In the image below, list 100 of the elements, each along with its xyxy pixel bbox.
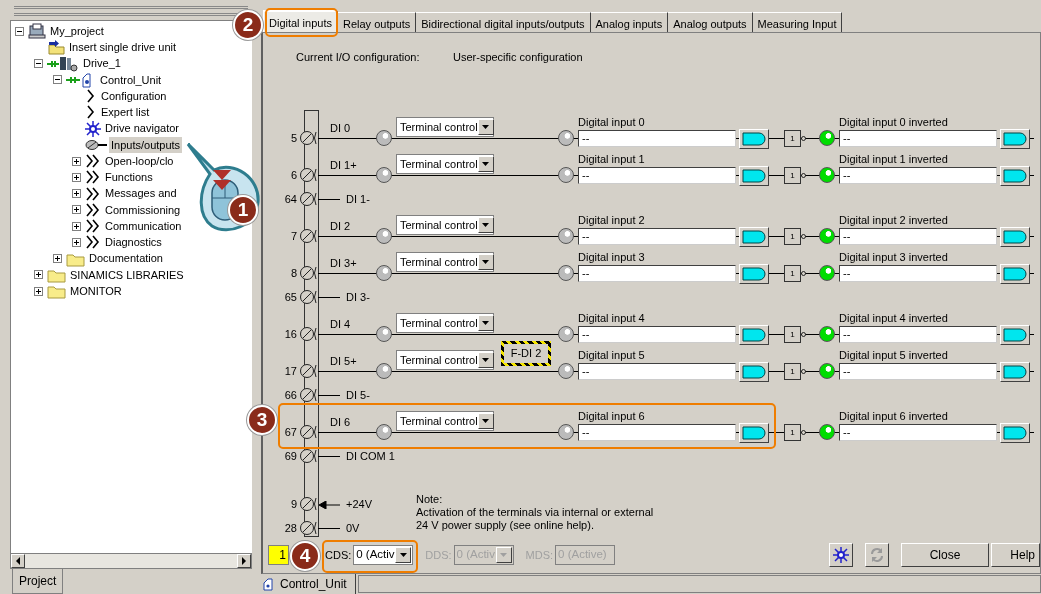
connect-button[interactable] (1000, 264, 1030, 284)
signal-field[interactable]: -- (578, 363, 736, 380)
connector-icon (1003, 132, 1027, 146)
tree-item[interactable]: Inputs/outputs (109, 136, 183, 154)
expand-toggle[interactable] (34, 286, 43, 296)
expand-toggle[interactable] (53, 75, 62, 85)
tree-item[interactable]: Commissioning (103, 201, 183, 219)
tree-item[interactable]: Functions (103, 169, 155, 186)
tree-item[interactable]: Messages and (103, 185, 179, 202)
expand-toggle[interactable] (72, 189, 81, 199)
source-dropdown[interactable]: Terminal control (396, 411, 494, 431)
signal-label: Digital input 2 inverted (839, 214, 949, 227)
source-dropdown[interactable]: Terminal control (396, 252, 494, 272)
tree-item[interactable]: Drive navigator (103, 120, 181, 137)
expand-toggle[interactable] (72, 205, 81, 215)
tree-item[interactable]: Configuration (99, 87, 169, 105)
signal-field[interactable]: -- (839, 228, 997, 245)
tree-item[interactable]: MONITOR (68, 282, 124, 300)
connector-icon (742, 365, 766, 379)
tree-item[interactable]: Diagnostics (103, 234, 164, 251)
terminal-screw-icon (298, 129, 318, 147)
expand-toggle[interactable] (34, 270, 43, 280)
signal-field[interactable]: -- (839, 265, 997, 282)
tab[interactable]: Analog inputs (590, 12, 669, 32)
signal-field[interactable]: -- (839, 130, 997, 147)
tab[interactable]: Measuring Input (752, 12, 843, 32)
connect-button[interactable] (1000, 227, 1030, 247)
connect-button[interactable] (739, 227, 769, 247)
expand-toggle[interactable] (53, 254, 62, 264)
expand-toggle[interactable] (72, 172, 81, 182)
dialog-button[interactable]: Help (991, 543, 1040, 567)
expand-toggle[interactable] (72, 237, 81, 247)
scroll-right-button[interactable] (237, 554, 251, 568)
settings-button[interactable] (828, 543, 853, 567)
connect-button[interactable] (739, 166, 769, 186)
tree-item[interactable]: Communication (103, 217, 184, 235)
tree-item[interactable]: Insert single drive unit (67, 39, 178, 56)
horizontal-scrollbar[interactable] (10, 553, 252, 569)
dialog-button[interactable]: Close (900, 543, 990, 567)
inverter-block: 1 (784, 167, 801, 184)
signal-field[interactable]: -- (578, 265, 736, 282)
signal-field[interactable]: -- (578, 326, 736, 343)
source-dropdown[interactable]: Terminal control (396, 215, 494, 235)
connect-button[interactable] (739, 423, 769, 443)
tree-item[interactable]: Documentation (87, 250, 165, 267)
signal-field[interactable]: -- (839, 326, 997, 343)
tab[interactable]: Analog outputs (668, 12, 753, 32)
source-dropdown[interactable]: Terminal control (396, 154, 494, 174)
tree-item[interactable]: Open-loop/clo (103, 152, 176, 170)
tree-item[interactable]: Expert list (99, 104, 152, 121)
tree-item[interactable]: My_project (48, 22, 106, 40)
signal-field[interactable]: -- (578, 228, 736, 245)
tree-item[interactable]: Drive_1 (81, 55, 123, 72)
expand-toggle[interactable] (72, 221, 81, 231)
connect-button[interactable] (1000, 423, 1030, 443)
data-set-dropdown[interactable]: 0 (Activ (353, 545, 414, 565)
signal-field[interactable]: -- (578, 130, 736, 147)
source-dropdown[interactable]: Terminal control (396, 313, 494, 333)
caret-icon (482, 260, 490, 264)
signal-field[interactable]: -- (839, 167, 997, 184)
document-tab[interactable]: Control_Unit (262, 574, 356, 594)
caret-icon (399, 553, 407, 557)
connect-button[interactable] (739, 264, 769, 284)
expand-toggle[interactable] (72, 156, 81, 166)
terminal-number: 69 (283, 449, 298, 463)
connect-button[interactable] (1000, 362, 1030, 382)
connect-button[interactable] (1000, 325, 1030, 345)
expand-toggle[interactable] (15, 26, 24, 36)
tab[interactable]: Relay outputs (338, 12, 417, 32)
drive-icon (47, 55, 79, 72)
source-dropdown[interactable]: Terminal control (396, 117, 494, 137)
step-number-marker: 3 (247, 405, 277, 435)
terminal-number: 16 (283, 327, 298, 341)
signal-field[interactable]: -- (578, 167, 736, 184)
terminal-label: DI COM 1 (346, 449, 395, 463)
connect-button[interactable] (739, 325, 769, 345)
signal-field[interactable]: -- (839, 363, 997, 380)
source-dropdown[interactable]: Terminal control (396, 350, 494, 370)
connect-button[interactable] (1000, 166, 1030, 186)
signal-field[interactable]: -- (839, 424, 997, 441)
scroll-left-button[interactable] (11, 554, 25, 568)
input-label: DI 3+ (329, 255, 358, 271)
step-number-marker: 2 (233, 10, 263, 40)
project-tab[interactable]: Project (12, 569, 64, 594)
gear-icon (85, 120, 101, 137)
connector-icon (742, 169, 766, 183)
document-tab-label: Control_Unit (280, 576, 347, 593)
signal-field[interactable]: -- (578, 424, 736, 441)
connect-button[interactable] (739, 362, 769, 382)
expand-toggle[interactable] (34, 59, 43, 69)
caret-icon (482, 321, 490, 325)
tab[interactable]: Bidirectional digital inputs/outputs (416, 12, 591, 32)
tree-item[interactable]: Control_Unit (98, 71, 164, 89)
connect-button[interactable] (1000, 129, 1030, 149)
terminal-number: 17 (283, 364, 298, 378)
connect-button[interactable] (739, 129, 769, 149)
panel-grip[interactable] (14, 6, 248, 16)
tab[interactable]: Digital inputs (263, 10, 338, 32)
tree-item[interactable]: SINAMICS LIBRARIES (68, 266, 186, 284)
caret-icon (482, 162, 490, 166)
